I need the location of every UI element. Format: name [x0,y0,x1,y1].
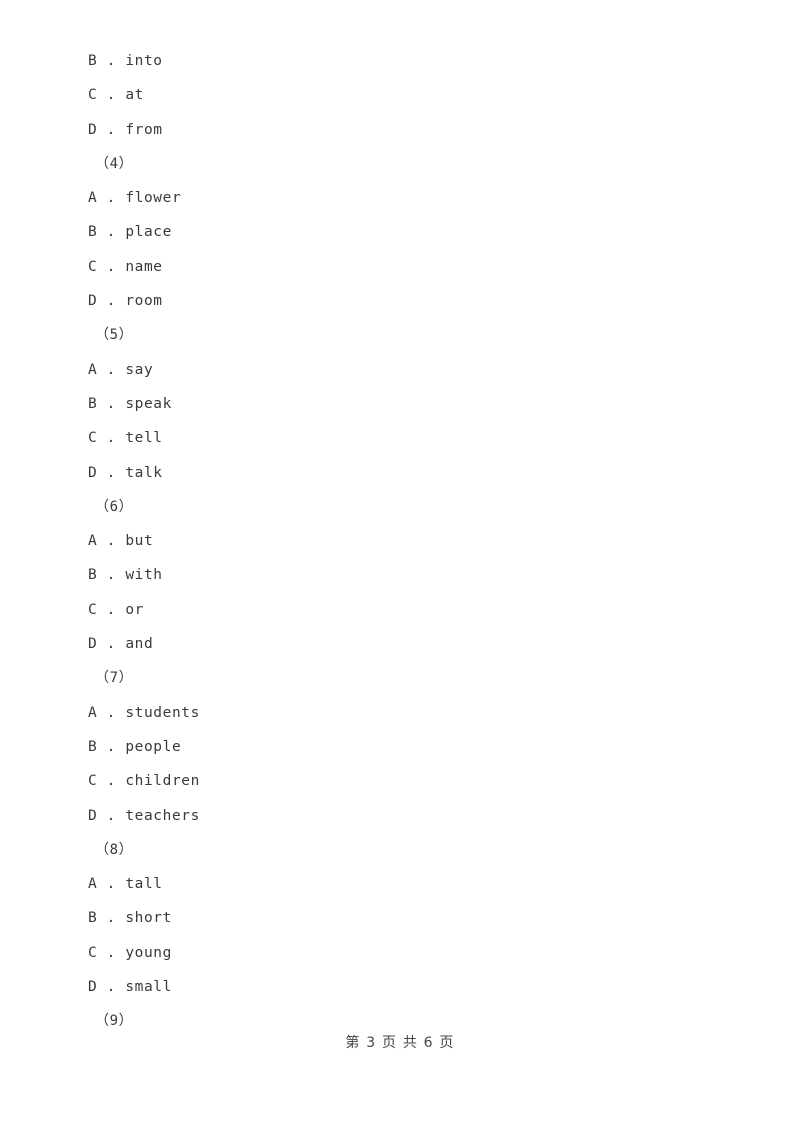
answer-option[interactable]: A . but [88,524,728,558]
answer-option[interactable]: C . young [88,936,728,970]
question-number: （7） [95,670,134,687]
answer-option[interactable]: A . tall [88,867,728,901]
answer-option[interactable]: B . into [88,44,728,78]
answer-option[interactable]: D . from [88,113,728,147]
answer-option[interactable]: C . name [88,250,728,284]
answer-option[interactable]: D . teachers [88,799,728,833]
answer-option[interactable]: B . people [88,730,728,764]
document-page: B . into C . at D . from （4） A . flower B . p… [0,0,800,1132]
question-number: （6） [95,498,134,515]
answer-option[interactable]: D . and [88,627,728,661]
answer-option[interactable]: B . speak [88,387,728,421]
answer-option[interactable]: A . flower [88,181,728,215]
answer-option[interactable]: A . students [88,696,728,730]
answer-option[interactable]: D . talk [88,456,728,490]
answer-option[interactable]: C . or [88,593,728,627]
answer-option[interactable]: B . with [88,558,728,592]
answer-option[interactable]: C . tell [88,421,728,455]
question-number: （4） [95,155,134,172]
answer-option[interactable]: D . small [88,970,728,1004]
answer-option[interactable]: C . children [88,764,728,798]
answer-option[interactable]: B . place [88,215,728,249]
answer-option[interactable]: B . short [88,901,728,935]
answer-option[interactable]: A . say [88,353,728,387]
question-number: （8） [95,841,134,858]
page-footer: 第 3 页 共 6 页 [345,1035,455,1051]
answer-option[interactable]: D . room [88,284,728,318]
question-number: （5） [95,327,134,344]
question-list: B . into C . at D . from （4） A . flower B . p… [88,44,728,1039]
answer-option[interactable]: C . at [88,78,728,112]
